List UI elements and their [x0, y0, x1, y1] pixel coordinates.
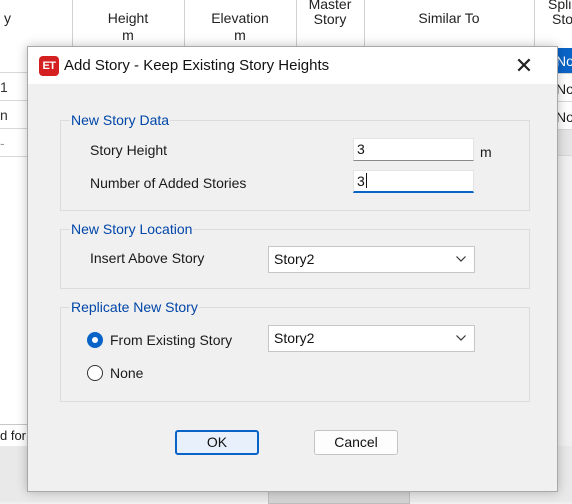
- close-icon[interactable]: ✕: [509, 51, 539, 81]
- from-existing-radio[interactable]: [87, 332, 103, 348]
- grid-col-elevation-unit: m: [234, 27, 246, 43]
- story-height-label: Story Height: [90, 142, 168, 158]
- etabs-app-icon: ET: [39, 56, 59, 76]
- ok-button[interactable]: OK: [175, 430, 259, 455]
- num-stories-value: 3: [357, 173, 365, 189]
- grid-col-elevation-title: Elevation: [211, 10, 269, 26]
- grid-header: y Height m Elevation m Master Story Simi…: [0, 0, 572, 47]
- chevron-down-icon: [456, 256, 466, 262]
- from-existing-value: Story2: [274, 330, 315, 346]
- cancel-button[interactable]: Cancel: [314, 430, 398, 455]
- grid-col-similar-to[interactable]: Similar To: [364, 0, 535, 46]
- group-title-new-story-location: New Story Location: [70, 220, 194, 238]
- group-title-replicate: Replicate New Story: [70, 298, 199, 316]
- grid-col-elevation[interactable]: Elevation m: [184, 0, 297, 46]
- grid-left-rows: 1 n -: [0, 46, 28, 424]
- grid-bottom-text: d for: [0, 424, 27, 448]
- insert-above-select[interactable]: Story2: [268, 246, 475, 273]
- chevron-down-icon: [456, 335, 466, 341]
- grid-left-row[interactable]: 1: [0, 74, 27, 101]
- group-title-new-story-data: New Story Data: [70, 111, 171, 129]
- grid-col-splice[interactable]: Splic Sto: [534, 0, 572, 46]
- grid-col-story[interactable]: y: [0, 0, 73, 46]
- add-story-dialog: ET Add Story - Keep Existing Story Heigh…: [27, 46, 558, 492]
- story-height-input[interactable]: 3: [353, 138, 474, 161]
- grid-left-row[interactable]: -: [0, 130, 27, 157]
- dialog-titlebar[interactable]: ET Add Story - Keep Existing Story Heigh…: [28, 47, 557, 84]
- grid-col-similar-title: Similar To: [418, 10, 480, 26]
- insert-above-label: Insert Above Story: [90, 250, 205, 266]
- none-label[interactable]: None: [110, 364, 143, 382]
- num-stories-input[interactable]: 3: [353, 170, 474, 193]
- grid-col-master-story[interactable]: Master Story: [296, 0, 365, 46]
- insert-above-value: Story2: [274, 251, 315, 267]
- grid-left-row[interactable]: [0, 46, 27, 73]
- group-replicate-new-story: [60, 307, 530, 402]
- grid-left-row[interactable]: n: [0, 102, 27, 129]
- from-existing-select[interactable]: Story2: [268, 325, 475, 352]
- from-existing-label[interactable]: From Existing Story: [110, 331, 232, 349]
- story-height-unit: m: [480, 144, 492, 160]
- num-stories-label: Number of Added Stories: [90, 175, 247, 191]
- grid-col-master-subtitle: Story: [313, 11, 347, 27]
- none-radio[interactable]: [87, 365, 103, 381]
- grid-col-story-title: y: [4, 10, 11, 26]
- grid-col-height[interactable]: Height m: [72, 0, 185, 46]
- dialog-title: Add Story - Keep Existing Story Heights: [64, 57, 330, 74]
- text-caret: [365, 173, 367, 188]
- group-new-story-data: [60, 120, 530, 211]
- grid-col-splice-unit: Sto: [552, 11, 572, 27]
- grid-col-height-title: Height: [107, 10, 149, 26]
- grid-col-height-unit: m: [122, 27, 134, 43]
